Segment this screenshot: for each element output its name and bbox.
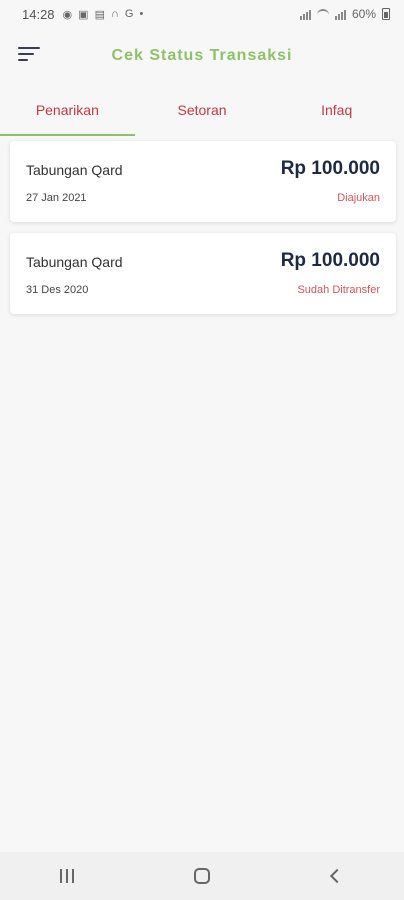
status-left: 14:28 ◉ ▣ ▤ ∩ G •	[22, 7, 143, 22]
transaction-title: Tabungan Qard	[26, 162, 123, 178]
battery-icon	[382, 8, 390, 20]
google-icon: G	[124, 8, 134, 20]
battery-percent: 60%	[351, 7, 376, 21]
transaction-date: 31 Des 2020	[26, 284, 89, 296]
tab-setoran[interactable]: Setoran	[135, 96, 270, 136]
transaction-card[interactable]: Tabungan Qard 27 Jan 2021 Rp 100.000 Dia…	[10, 141, 396, 222]
transaction-status: Sudah Ditransfer	[297, 284, 380, 296]
back-button[interactable]	[317, 856, 357, 896]
notification-icon: ▤	[94, 8, 105, 21]
home-button[interactable]	[182, 856, 222, 896]
page-title: Cek Status Transaksi	[111, 47, 293, 64]
home-icon	[193, 868, 210, 884]
status-right: 60%	[299, 7, 390, 21]
tab-infaq[interactable]: Infaq	[269, 96, 404, 136]
notification-icon: ◉	[62, 8, 73, 21]
back-icon	[329, 868, 344, 884]
transaction-amount: Rp 100.000	[280, 250, 380, 271]
wifi-icon	[316, 9, 329, 19]
signal-icon	[299, 8, 311, 20]
headphones-icon: ∩	[110, 8, 119, 20]
signal-icon	[334, 8, 346, 20]
transaction-title: Tabungan Qard	[26, 254, 123, 270]
transaction-amount: Rp 100.000	[280, 158, 380, 179]
transaction-status: Diajukan	[337, 192, 380, 204]
app-bar: Cek Status Transaksi	[0, 28, 404, 84]
tab-bar: Penarikan Setoran Infaq	[0, 96, 404, 136]
transaction-list: Tabungan Qard 27 Jan 2021 Rp 100.000 Dia…	[10, 141, 396, 325]
status-time: 14:28	[22, 6, 55, 22]
notification-icons: ◉ ▣ ▤ ∩ G •	[63, 8, 144, 21]
status-bar: 14:28 ◉ ▣ ▤ ∩ G • 60%	[0, 0, 404, 28]
recent-apps-button[interactable]	[47, 856, 87, 896]
notification-icon: ▣	[78, 8, 89, 21]
transaction-card[interactable]: Tabungan Qard 31 Des 2020 Rp 100.000 Sud…	[10, 233, 396, 314]
recent-apps-icon	[60, 869, 75, 883]
transaction-date: 27 Jan 2021	[26, 192, 87, 204]
menu-icon[interactable]	[18, 47, 40, 65]
more-notifications-icon: •	[139, 8, 144, 20]
tab-penarikan[interactable]: Penarikan	[0, 96, 135, 136]
system-nav-bar	[0, 852, 404, 900]
